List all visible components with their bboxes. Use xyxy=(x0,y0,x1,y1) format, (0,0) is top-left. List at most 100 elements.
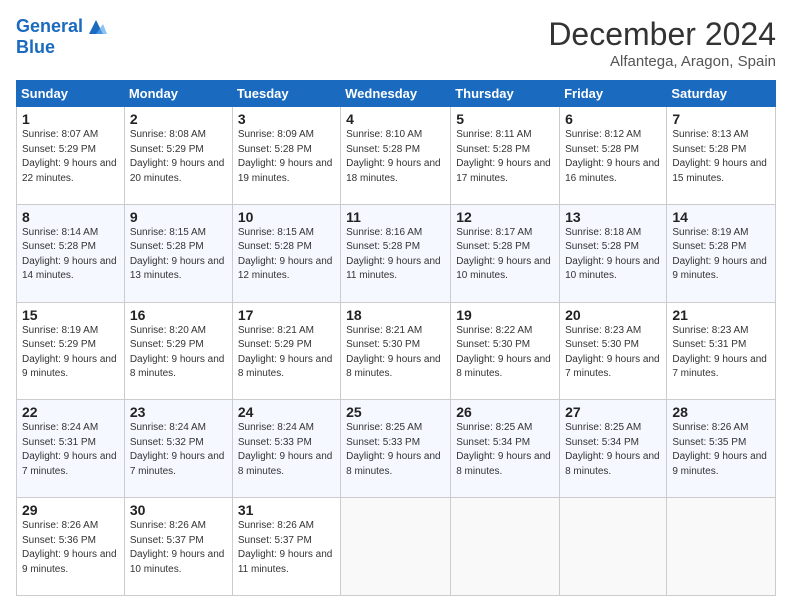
col-friday: Friday xyxy=(560,81,667,107)
col-sunday: Sunday xyxy=(17,81,125,107)
day-number: 8 xyxy=(22,209,119,225)
day-number: 4 xyxy=(346,111,445,127)
day-info: Sunrise: 8:20 AMSunset: 5:29 PMDaylight:… xyxy=(130,324,227,382)
table-cell xyxy=(667,498,776,596)
month-title: December 2024 xyxy=(548,16,776,53)
logo-text: General xyxy=(16,17,83,37)
day-info: Sunrise: 8:23 AMSunset: 5:30 PMDaylight:… xyxy=(565,324,661,382)
calendar-week-row: 8Sunrise: 8:14 AMSunset: 5:28 PMDaylight… xyxy=(17,204,776,302)
day-info: Sunrise: 8:13 AMSunset: 5:28 PMDaylight:… xyxy=(672,128,770,186)
day-info: Sunrise: 8:14 AMSunset: 5:28 PMDaylight:… xyxy=(22,226,119,284)
day-info: Sunrise: 8:19 AMSunset: 5:28 PMDaylight:… xyxy=(672,226,770,284)
day-number: 29 xyxy=(22,502,119,518)
table-cell: 20Sunrise: 8:23 AMSunset: 5:30 PMDayligh… xyxy=(560,302,667,400)
logo: General Blue xyxy=(16,16,107,58)
col-wednesday: Wednesday xyxy=(341,81,451,107)
day-number: 12 xyxy=(456,209,554,225)
day-number: 7 xyxy=(672,111,770,127)
table-cell: 7Sunrise: 8:13 AMSunset: 5:28 PMDaylight… xyxy=(667,107,776,205)
day-number: 13 xyxy=(565,209,661,225)
logo-icon xyxy=(85,16,107,38)
col-monday: Monday xyxy=(124,81,232,107)
table-cell: 25Sunrise: 8:25 AMSunset: 5:33 PMDayligh… xyxy=(341,400,451,498)
day-info: Sunrise: 8:23 AMSunset: 5:31 PMDaylight:… xyxy=(672,324,770,382)
day-number: 28 xyxy=(672,404,770,420)
table-cell: 26Sunrise: 8:25 AMSunset: 5:34 PMDayligh… xyxy=(451,400,560,498)
table-cell: 31Sunrise: 8:26 AMSunset: 5:37 PMDayligh… xyxy=(232,498,340,596)
table-cell: 24Sunrise: 8:24 AMSunset: 5:33 PMDayligh… xyxy=(232,400,340,498)
day-info: Sunrise: 8:07 AMSunset: 5:29 PMDaylight:… xyxy=(22,128,119,186)
col-tuesday: Tuesday xyxy=(232,81,340,107)
table-cell: 5Sunrise: 8:11 AMSunset: 5:28 PMDaylight… xyxy=(451,107,560,205)
day-number: 15 xyxy=(22,307,119,323)
calendar-body: 1Sunrise: 8:07 AMSunset: 5:29 PMDaylight… xyxy=(17,107,776,596)
table-cell: 8Sunrise: 8:14 AMSunset: 5:28 PMDaylight… xyxy=(17,204,125,302)
table-cell: 28Sunrise: 8:26 AMSunset: 5:35 PMDayligh… xyxy=(667,400,776,498)
day-number: 31 xyxy=(238,502,335,518)
day-info: Sunrise: 8:25 AMSunset: 5:33 PMDaylight:… xyxy=(346,421,445,479)
calendar-week-row: 1Sunrise: 8:07 AMSunset: 5:29 PMDaylight… xyxy=(17,107,776,205)
day-number: 25 xyxy=(346,404,445,420)
day-number: 27 xyxy=(565,404,661,420)
table-cell: 3Sunrise: 8:09 AMSunset: 5:28 PMDaylight… xyxy=(232,107,340,205)
day-number: 16 xyxy=(130,307,227,323)
day-info: Sunrise: 8:24 AMSunset: 5:32 PMDaylight:… xyxy=(130,421,227,479)
day-number: 23 xyxy=(130,404,227,420)
calendar-week-row: 29Sunrise: 8:26 AMSunset: 5:36 PMDayligh… xyxy=(17,498,776,596)
location: Alfantega, Aragon, Spain xyxy=(548,53,776,70)
day-info: Sunrise: 8:26 AMSunset: 5:35 PMDaylight:… xyxy=(672,421,770,479)
day-number: 11 xyxy=(346,209,445,225)
day-info: Sunrise: 8:11 AMSunset: 5:28 PMDaylight:… xyxy=(456,128,554,186)
day-info: Sunrise: 8:17 AMSunset: 5:28 PMDaylight:… xyxy=(456,226,554,284)
day-number: 6 xyxy=(565,111,661,127)
table-cell xyxy=(560,498,667,596)
day-number: 5 xyxy=(456,111,554,127)
table-cell: 2Sunrise: 8:08 AMSunset: 5:29 PMDaylight… xyxy=(124,107,232,205)
day-info: Sunrise: 8:26 AMSunset: 5:37 PMDaylight:… xyxy=(130,519,227,577)
table-cell: 6Sunrise: 8:12 AMSunset: 5:28 PMDaylight… xyxy=(560,107,667,205)
col-thursday: Thursday xyxy=(451,81,560,107)
day-info: Sunrise: 8:12 AMSunset: 5:28 PMDaylight:… xyxy=(565,128,661,186)
day-number: 3 xyxy=(238,111,335,127)
day-info: Sunrise: 8:09 AMSunset: 5:28 PMDaylight:… xyxy=(238,128,335,186)
day-info: Sunrise: 8:15 AMSunset: 5:28 PMDaylight:… xyxy=(238,226,335,284)
calendar-week-row: 15Sunrise: 8:19 AMSunset: 5:29 PMDayligh… xyxy=(17,302,776,400)
day-info: Sunrise: 8:25 AMSunset: 5:34 PMDaylight:… xyxy=(456,421,554,479)
day-info: Sunrise: 8:26 AMSunset: 5:36 PMDaylight:… xyxy=(22,519,119,577)
day-info: Sunrise: 8:15 AMSunset: 5:28 PMDaylight:… xyxy=(130,226,227,284)
table-cell: 13Sunrise: 8:18 AMSunset: 5:28 PMDayligh… xyxy=(560,204,667,302)
day-number: 1 xyxy=(22,111,119,127)
table-cell: 12Sunrise: 8:17 AMSunset: 5:28 PMDayligh… xyxy=(451,204,560,302)
table-cell: 27Sunrise: 8:25 AMSunset: 5:34 PMDayligh… xyxy=(560,400,667,498)
table-cell: 1Sunrise: 8:07 AMSunset: 5:29 PMDaylight… xyxy=(17,107,125,205)
day-info: Sunrise: 8:21 AMSunset: 5:29 PMDaylight:… xyxy=(238,324,335,382)
calendar-header: Sunday Monday Tuesday Wednesday Thursday… xyxy=(17,81,776,107)
day-number: 22 xyxy=(22,404,119,420)
page: General Blue December 2024 Alfantega, Ar… xyxy=(0,0,792,612)
table-cell: 9Sunrise: 8:15 AMSunset: 5:28 PMDaylight… xyxy=(124,204,232,302)
logo-blue: Blue xyxy=(16,38,107,58)
day-number: 26 xyxy=(456,404,554,420)
table-cell: 17Sunrise: 8:21 AMSunset: 5:29 PMDayligh… xyxy=(232,302,340,400)
table-cell: 15Sunrise: 8:19 AMSunset: 5:29 PMDayligh… xyxy=(17,302,125,400)
table-cell: 22Sunrise: 8:24 AMSunset: 5:31 PMDayligh… xyxy=(17,400,125,498)
day-info: Sunrise: 8:21 AMSunset: 5:30 PMDaylight:… xyxy=(346,324,445,382)
day-info: Sunrise: 8:16 AMSunset: 5:28 PMDaylight:… xyxy=(346,226,445,284)
day-number: 18 xyxy=(346,307,445,323)
day-number: 9 xyxy=(130,209,227,225)
table-cell: 23Sunrise: 8:24 AMSunset: 5:32 PMDayligh… xyxy=(124,400,232,498)
weekday-header-row: Sunday Monday Tuesday Wednesday Thursday… xyxy=(17,81,776,107)
day-number: 17 xyxy=(238,307,335,323)
table-cell: 21Sunrise: 8:23 AMSunset: 5:31 PMDayligh… xyxy=(667,302,776,400)
day-number: 24 xyxy=(238,404,335,420)
table-cell: 14Sunrise: 8:19 AMSunset: 5:28 PMDayligh… xyxy=(667,204,776,302)
table-cell: 10Sunrise: 8:15 AMSunset: 5:28 PMDayligh… xyxy=(232,204,340,302)
day-number: 30 xyxy=(130,502,227,518)
table-cell: 11Sunrise: 8:16 AMSunset: 5:28 PMDayligh… xyxy=(341,204,451,302)
day-info: Sunrise: 8:24 AMSunset: 5:31 PMDaylight:… xyxy=(22,421,119,479)
day-info: Sunrise: 8:24 AMSunset: 5:33 PMDaylight:… xyxy=(238,421,335,479)
table-cell: 18Sunrise: 8:21 AMSunset: 5:30 PMDayligh… xyxy=(341,302,451,400)
day-number: 21 xyxy=(672,307,770,323)
table-cell: 16Sunrise: 8:20 AMSunset: 5:29 PMDayligh… xyxy=(124,302,232,400)
table-cell: 29Sunrise: 8:26 AMSunset: 5:36 PMDayligh… xyxy=(17,498,125,596)
